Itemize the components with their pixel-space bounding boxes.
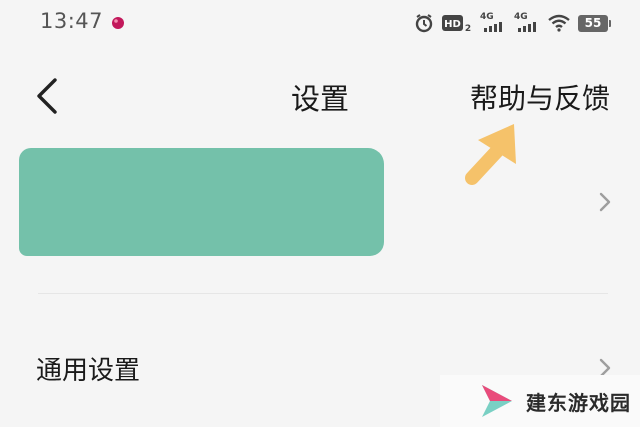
watermark: 建东游戏园: [440, 375, 640, 427]
status-time: 13:47: [40, 9, 104, 33]
hd-voice-icon: HD 2: [442, 13, 472, 33]
svg-text:HD: HD: [444, 19, 461, 30]
battery-icon: 55: [578, 14, 611, 32]
signal-4g-icon-1: 4G: [480, 12, 506, 33]
watermark-text: 建东游戏园: [526, 390, 631, 415]
status-bar: 13:47 HD 2 4G 4G 55: [0, 0, 640, 46]
back-button[interactable]: [36, 76, 66, 116]
notification-gem-icon: [111, 15, 125, 29]
svg-text:2: 2: [465, 24, 471, 33]
chevron-left-icon: [37, 78, 57, 114]
alarm-icon: [414, 13, 434, 33]
nav-bar: 设置 帮助与反馈: [0, 60, 640, 130]
divider: [38, 293, 608, 294]
help-feedback-link[interactable]: 帮助与反馈: [470, 77, 610, 117]
account-row[interactable]: [0, 142, 640, 262]
signal-4g-icon-2: 4G: [514, 12, 540, 33]
wifi-icon: [548, 14, 570, 32]
chevron-right-icon: [599, 192, 611, 212]
watermark-logo-icon: [482, 385, 512, 417]
general-settings-label: 通用设置: [36, 356, 141, 386]
account-redacted-block: [19, 148, 384, 256]
status-icons: HD 2 4G 4G 55: [414, 12, 611, 34]
